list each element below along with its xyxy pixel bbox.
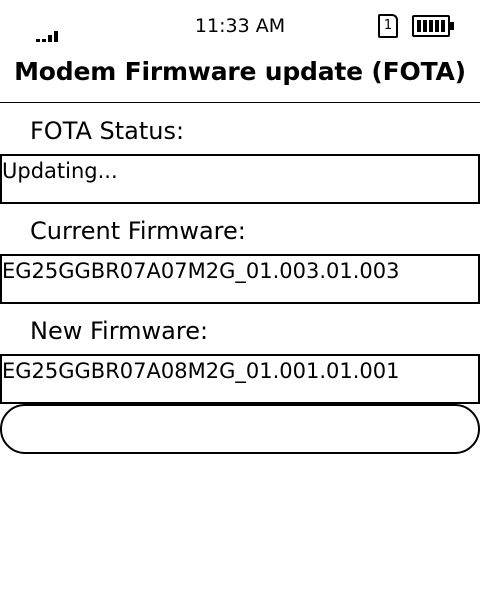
fota-status-field: Updating... bbox=[0, 154, 480, 204]
fota-status-label: FOTA Status: bbox=[30, 117, 185, 145]
page-title: Modem Firmware update (FOTA) bbox=[14, 57, 466, 86]
battery-full-icon bbox=[412, 15, 454, 37]
status-bar: 11:33 AM 1 bbox=[0, 0, 480, 46]
current-firmware-field: EG25GGBR07A07M2G_01.003.01.003 bbox=[0, 254, 480, 304]
update-progress-bar bbox=[0, 404, 480, 454]
new-firmware-field: EG25GGBR07A08M2G_01.001.01.001 bbox=[0, 354, 480, 404]
status-clock: 11:33 AM bbox=[194, 15, 286, 37]
title-divider bbox=[0, 102, 480, 103]
current-firmware-label: Current Firmware: bbox=[30, 217, 246, 245]
sim-card-icon: 1 bbox=[378, 14, 398, 38]
new-firmware-label: New Firmware: bbox=[30, 317, 209, 345]
